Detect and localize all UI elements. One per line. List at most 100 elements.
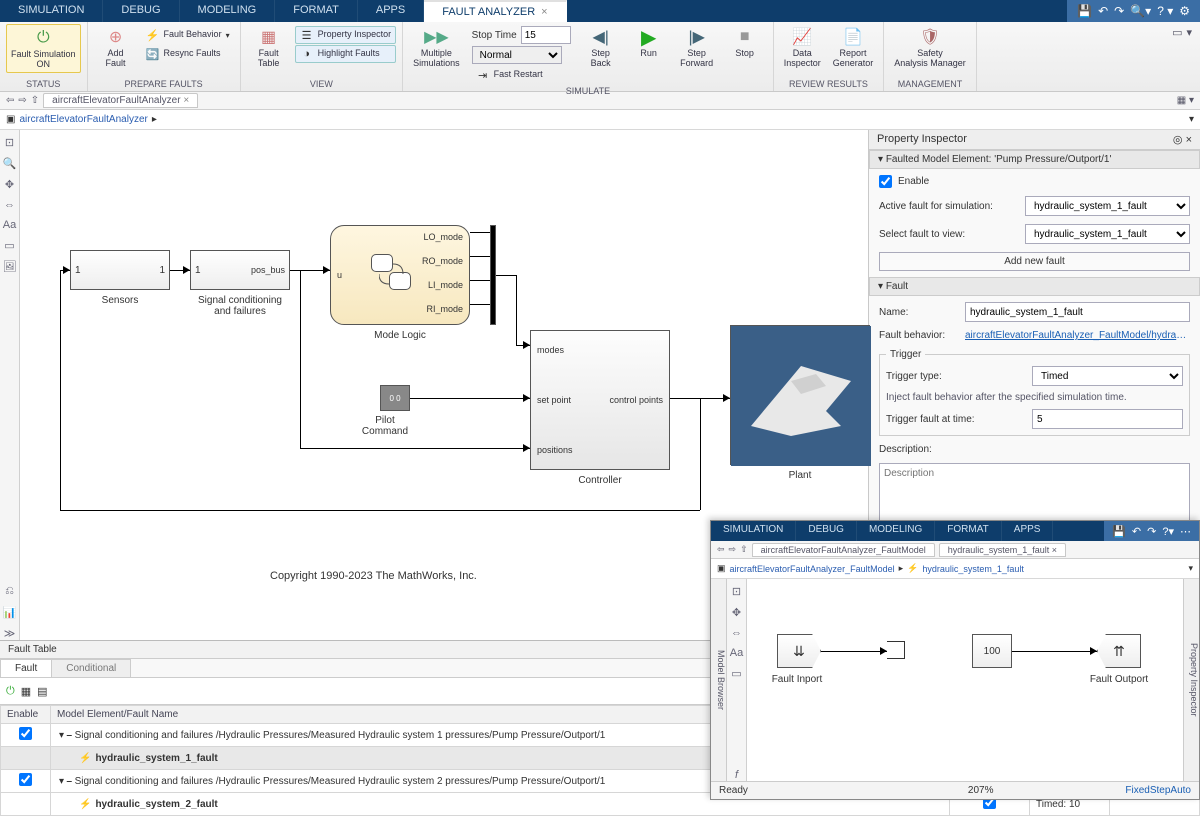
block-plant[interactable] <box>730 325 870 465</box>
tab-apps[interactable]: APPS <box>358 0 424 22</box>
fault-table-button[interactable]: ▦Fault Table <box>247 24 291 71</box>
stop-button[interactable]: ■Stop <box>723 24 767 61</box>
enable-checkbox[interactable] <box>879 175 892 188</box>
multiple-simulations-button[interactable]: ▶▶Multiple Simulations <box>409 24 464 71</box>
zoom-fit-icon[interactable]: ⊡ <box>5 136 14 149</box>
fault-behavior-link[interactable]: aircraftElevatorFaultAnalyzer_FaultModel… <box>965 330 1190 341</box>
block-terminator[interactable] <box>887 641 905 659</box>
pan-icon[interactable]: ✥ <box>5 178 14 191</box>
close-icon[interactable]: × <box>541 6 547 18</box>
block-fault-inport[interactable]: ⇊ <box>777 634 821 668</box>
stop-time-input[interactable] <box>521 26 571 44</box>
fault-model-subwindow[interactable]: SIMULATION DEBUG MODELING FORMAT APPS 💾↶… <box>710 520 1200 800</box>
block-sigcond[interactable]: 1pos_bus <box>190 250 290 290</box>
sub-annotate-icon[interactable]: Aa <box>730 647 743 659</box>
trigger-time-input[interactable] <box>1032 409 1183 429</box>
sub-help-icon[interactable]: ?▾ <box>1162 525 1174 538</box>
fault-behavior-button[interactable]: ⚡Fault Behavior▾ <box>142 26 234 44</box>
editor-menu-icon[interactable]: ▦ ▾ <box>1177 95 1194 106</box>
sub-tab-model[interactable]: aircraftElevatorFaultAnalyzer_FaultModel <box>752 543 935 557</box>
tab-simulation[interactable]: SIMULATION <box>0 0 103 22</box>
help-ribbon-icon[interactable]: ▾ <box>1186 26 1192 39</box>
select-fault-select[interactable]: hydraulic_system_1_fault <box>1025 224 1190 244</box>
sub-undo-icon[interactable]: ↶ <box>1132 525 1141 538</box>
resync-faults-button[interactable]: 🔄Resync Faults <box>142 45 234 63</box>
sub-fit-icon[interactable]: ⇔ <box>731 627 742 639</box>
sub-nav-up-icon[interactable]: ⇧ <box>740 544 748 555</box>
scope-icon[interactable]: 📊 <box>3 606 17 619</box>
crumb-dropdown-icon[interactable]: ▾ <box>1189 114 1194 125</box>
crumb-root[interactable]: aircraftElevatorFaultAnalyzer <box>19 114 147 125</box>
active-fault-select[interactable]: hydraulic_system_1_fault <box>1025 196 1190 216</box>
block-fault-outport[interactable]: ⇈ <box>1097 634 1141 668</box>
fault-name-input[interactable] <box>965 302 1190 322</box>
step-forward-button[interactable]: |▶Step Forward <box>675 24 719 71</box>
nav-up-icon[interactable]: ⇧ <box>31 95 39 106</box>
sub-pan-icon[interactable]: ✥ <box>732 606 741 619</box>
sub-property-inspector-strip[interactable]: Property Inspector <box>1183 579 1199 781</box>
add-fault-button[interactable]: ⊕Add Fault <box>94 24 138 71</box>
sim-mode-select[interactable]: Normal <box>472 46 562 64</box>
row-enable-checkbox[interactable] <box>19 727 32 740</box>
zoom-in-icon[interactable]: 🔍 <box>3 157 17 170</box>
save-icon[interactable]: 💾 <box>1077 4 1092 18</box>
ft-expand-icon[interactable]: ▦ <box>21 685 31 698</box>
sub-tab-debug[interactable]: DEBUG <box>796 521 857 541</box>
nav-back-icon[interactable]: ⇦ <box>6 95 14 106</box>
sub-zoom-icon[interactable]: ⊡ <box>732 585 741 598</box>
add-new-fault-button[interactable]: Add new fault <box>879 252 1190 271</box>
fit-icon[interactable]: ⇔ <box>4 199 15 211</box>
search-icon[interactable]: 🔍▾ <box>1130 4 1151 18</box>
fault-tab-fault[interactable]: Fault <box>0 659 52 677</box>
tab-debug[interactable]: DEBUG <box>103 0 179 22</box>
editor-tab[interactable]: aircraftElevatorFaultAnalyzer × <box>43 93 198 108</box>
tab-fault-analyzer[interactable]: FAULT ANALYZER× <box>424 0 566 22</box>
safety-analysis-manager-button[interactable]: 🛡Safety Analysis Manager <box>890 24 970 71</box>
status-zoom[interactable]: 207% <box>968 785 994 796</box>
sub-nav-back-icon[interactable]: ⇦ <box>717 544 725 555</box>
gear-icon[interactable]: ⚙ <box>1179 4 1190 18</box>
nav-fwd-icon[interactable]: ⇨ <box>18 95 26 106</box>
area-icon[interactable]: ▭ <box>4 239 14 252</box>
run-button[interactable]: ▶Run <box>627 24 671 61</box>
row-enable-checkbox[interactable] <box>19 773 32 786</box>
tab-format[interactable]: FORMAT <box>275 0 358 22</box>
fault-simulation-toggle[interactable]: ⏻ Fault Simulation ON <box>6 24 81 73</box>
description-textarea[interactable] <box>879 463 1190 523</box>
sub-canvas[interactable]: ⇊ Fault Inport 100 ⇈ Fault Outport <box>747 579 1183 781</box>
sub-tab-format[interactable]: FORMAT <box>935 521 1001 541</box>
sub-crumb-dropdown-icon[interactable]: ▾ <box>1188 563 1193 574</box>
status-solver[interactable]: FixedStepAuto <box>1125 785 1191 796</box>
close-inspector-icon[interactable]: × <box>1186 134 1192 146</box>
ft-collapse-icon[interactable]: ▤ <box>37 685 47 698</box>
col-enable[interactable]: Enable <box>1 706 51 724</box>
more-icon[interactable]: ≫ <box>4 627 16 640</box>
block-modelogic[interactable]: u LO_mode RO_mode LI_mode RI_mode <box>330 225 470 325</box>
pin-icon[interactable]: ◎ <box>1173 134 1183 146</box>
sub-tab-apps[interactable]: APPS <box>1002 521 1054 541</box>
block-controller[interactable]: modes set point positions control points <box>530 330 670 470</box>
help-icon[interactable]: ? ▾ <box>1157 4 1173 18</box>
model-browser-strip[interactable]: Model Browser <box>711 579 727 781</box>
highlight-faults-button[interactable]: ◑Highlight Faults <box>295 45 397 63</box>
inspector-section-element[interactable]: ▾ Faulted Model Element: 'Pump Pressure/… <box>869 150 1200 169</box>
annotate-icon[interactable]: Aa <box>3 219 16 231</box>
block-pilot[interactable]: 0 0 <box>380 385 410 411</box>
sub-tab-fault[interactable]: hydraulic_system_1_fault × <box>939 543 1066 557</box>
signal-icon[interactable]: ⎌ <box>5 585 14 598</box>
trigger-type-select[interactable]: Timed <box>1032 366 1183 386</box>
redo-icon[interactable]: ↷ <box>1114 4 1124 18</box>
fast-restart-button[interactable]: ⇥Fast Restart <box>472 66 571 84</box>
sub-nav-fwd-icon[interactable]: ⇨ <box>729 544 737 555</box>
inspector-section-fault[interactable]: ▾ Fault <box>869 277 1200 296</box>
sub-crumb-1[interactable]: aircraftElevatorFaultAnalyzer_FaultModel <box>730 564 895 574</box>
undo-icon[interactable]: ↶ <box>1098 4 1108 18</box>
fault-tab-conditional[interactable]: Conditional <box>51 659 131 677</box>
sub-tab-simulation[interactable]: SIMULATION <box>711 521 796 541</box>
report-generator-button[interactable]: 📄Report Generator <box>829 24 878 71</box>
sub-tab-modeling[interactable]: MODELING <box>857 521 935 541</box>
block-sensors[interactable]: 11 <box>70 250 170 290</box>
sub-redo-icon[interactable]: ↷ <box>1147 525 1156 538</box>
tab-modeling[interactable]: MODELING <box>180 0 276 22</box>
sub-fx-icon[interactable]: f <box>735 769 738 781</box>
